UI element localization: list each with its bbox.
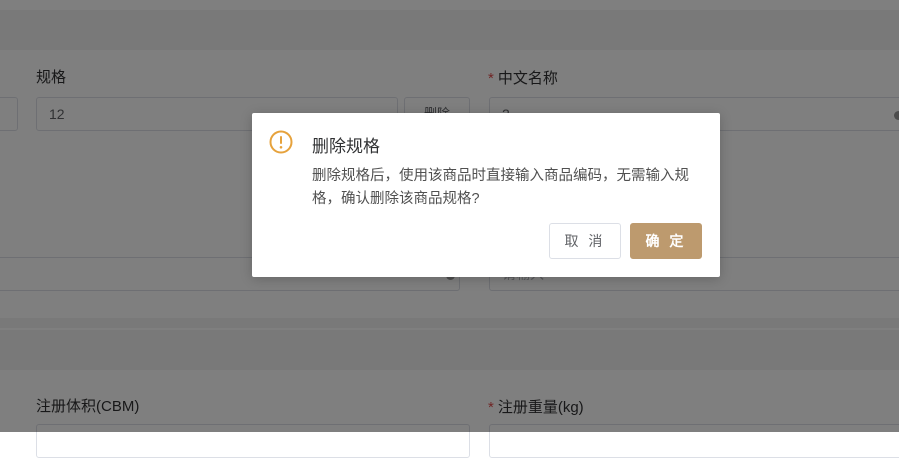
- confirm-dialog: 删除规格 删除规格后，使用该商品时直接输入商品编码，无需输入规格，确认删除该商品…: [252, 113, 720, 277]
- dialog-title: 删除规格: [312, 137, 380, 156]
- cancel-button[interactable]: 取 消: [549, 223, 621, 259]
- confirm-button[interactable]: 确 定: [630, 223, 702, 259]
- warning-circle-icon: [269, 130, 293, 154]
- dialog-message: 删除规格后，使用该商品时直接输入商品编码，无需输入规格，确认删除该商品规格?: [312, 168, 689, 207]
